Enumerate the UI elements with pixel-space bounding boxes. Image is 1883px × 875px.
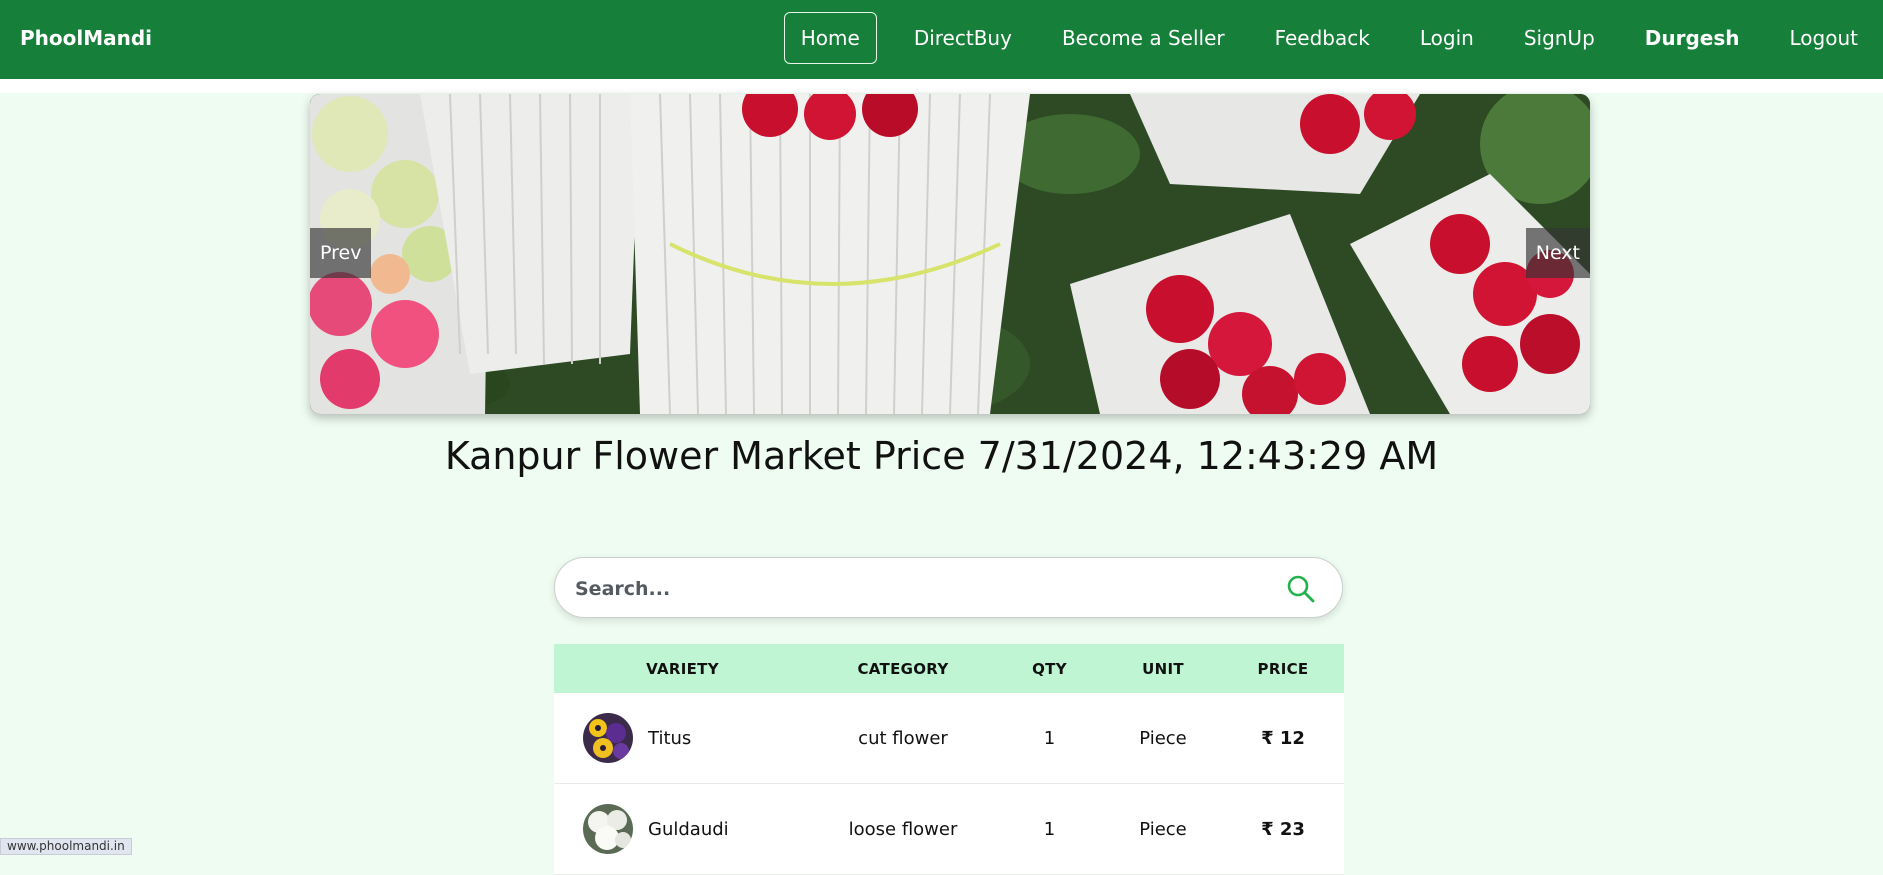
header-variety: VARIETY xyxy=(646,659,719,678)
nav-directbuy[interactable]: DirectBuy xyxy=(889,12,1037,64)
nav-user-profile[interactable]: Durgesh xyxy=(1620,12,1765,64)
flower-thumbnail xyxy=(583,804,633,854)
flower-thumbnail xyxy=(583,713,633,763)
variety-name: Titus xyxy=(648,727,692,749)
price-cell: ₹ 23 xyxy=(1261,818,1305,840)
image-carousel: Prev Next xyxy=(310,94,1590,414)
status-bar-url: www.phoolmandi.in xyxy=(0,838,132,855)
brand-logo[interactable]: PhoolMandi xyxy=(20,26,152,50)
table-header: VARIETY CATEGORY QTY UNIT PRICE xyxy=(554,644,1344,693)
header-price: PRICE xyxy=(1257,659,1309,678)
qty-cell: 1 xyxy=(1043,818,1056,840)
search-input[interactable] xyxy=(573,570,1257,608)
nav-become-seller[interactable]: Become a Seller xyxy=(1037,12,1250,64)
variety-cell: Guldaudi xyxy=(554,804,811,854)
table-row[interactable]: Titus cut flower 1 Piece ₹ 12 xyxy=(554,693,1344,784)
carousel-image-roses xyxy=(310,94,1590,414)
variety-name: Guldaudi xyxy=(648,818,729,840)
nav-login[interactable]: Login xyxy=(1395,12,1499,64)
navbar: PhoolMandi Home DirectBuy Become a Selle… xyxy=(0,0,1883,79)
nav-signup[interactable]: SignUp xyxy=(1499,12,1620,64)
header-qty: QTY xyxy=(1032,659,1067,678)
carousel-prev-button[interactable]: Prev xyxy=(310,228,372,278)
nav-home[interactable]: Home xyxy=(783,12,877,64)
nav-logout[interactable]: Logout xyxy=(1765,12,1883,64)
price-table: VARIETY CATEGORY QTY UNIT PRICE Titus cu… xyxy=(554,644,1344,875)
header-unit: UNIT xyxy=(1142,659,1184,678)
unit-cell: Piece xyxy=(1139,818,1187,840)
price-cell: ₹ 12 xyxy=(1261,727,1305,749)
search-icon[interactable] xyxy=(1286,574,1316,608)
category-cell: cut flower xyxy=(858,727,948,749)
nav-menu: Home DirectBuy Become a Seller Feedback … xyxy=(783,12,1883,64)
table-row[interactable]: Guldaudi loose flower 1 Piece ₹ 23 xyxy=(554,784,1344,875)
variety-cell: Titus xyxy=(554,713,811,763)
unit-cell: Piece xyxy=(1139,727,1187,749)
nav-feedback[interactable]: Feedback xyxy=(1250,12,1395,64)
category-cell: loose flower xyxy=(848,818,958,840)
search-bar xyxy=(554,557,1343,618)
header-category: CATEGORY xyxy=(857,659,949,678)
carousel-next-button[interactable]: Next xyxy=(1525,228,1590,278)
qty-cell: 1 xyxy=(1043,727,1056,749)
market-price-title: Kanpur Flower Market Price 7/31/2024, 12… xyxy=(444,434,1439,478)
header-spacer xyxy=(0,79,1883,93)
